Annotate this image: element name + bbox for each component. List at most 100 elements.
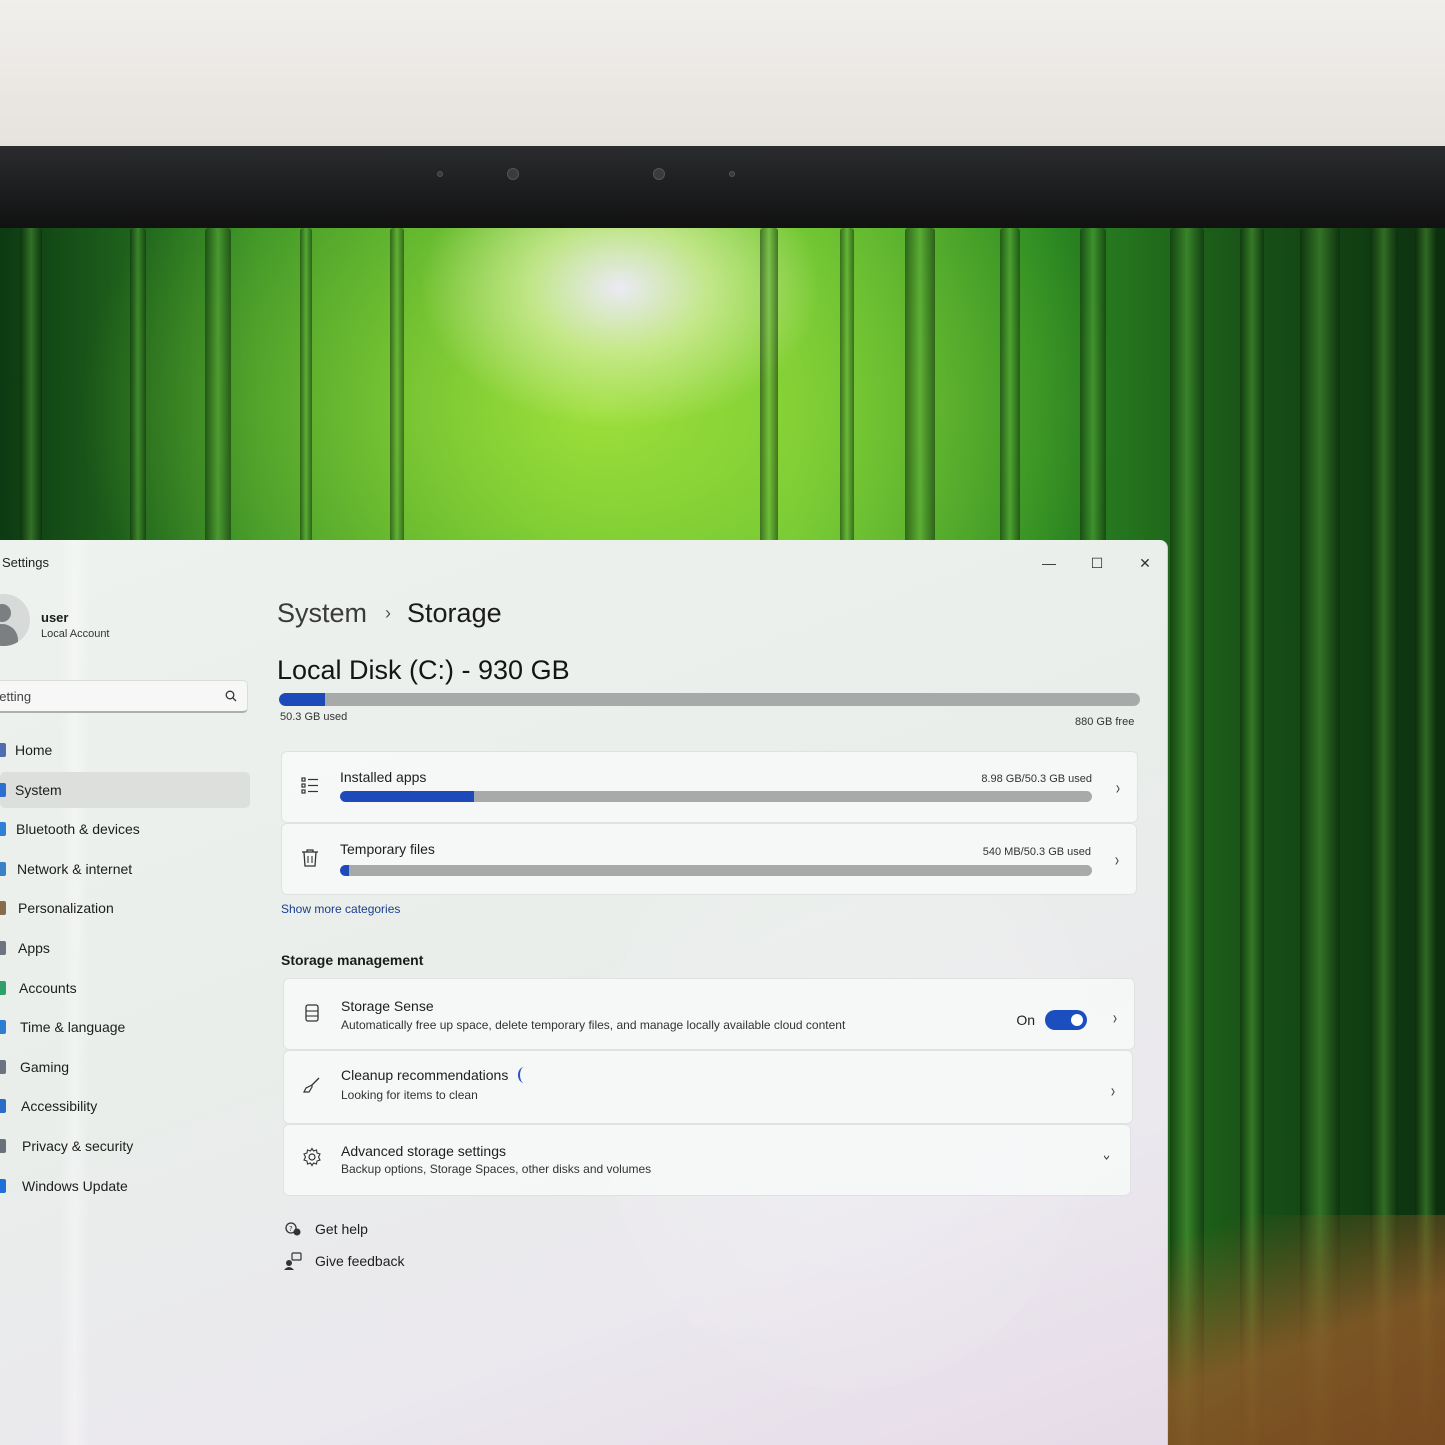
section-heading: Storage management xyxy=(281,952,424,968)
sidebar-item-system[interactable]: System xyxy=(0,771,250,808)
give-feedback-link[interactable]: Give feedback xyxy=(283,1252,405,1270)
sidebar-item-personalization[interactable]: Personalization xyxy=(0,890,250,926)
give-feedback-label: Give feedback xyxy=(315,1253,405,1269)
storage-sense-toggle[interactable] xyxy=(1045,1010,1087,1030)
sidebar-item-accessibility[interactable]: Accessibility xyxy=(0,1088,250,1124)
setting-description: Looking for items to clean xyxy=(341,1088,478,1102)
show-more-categories-link[interactable]: Show more categories xyxy=(281,902,400,916)
category-installed-apps[interactable]: Installed apps 8.98 GB/50.3 GB used › xyxy=(281,751,1138,823)
help-icon: ? xyxy=(285,1222,301,1236)
sidebar-item-windows-update[interactable]: Windows Update xyxy=(0,1168,250,1204)
chevron-right-icon: › xyxy=(1112,1008,1118,1028)
sidebar-item-label: Bluetooth & devices xyxy=(16,821,140,838)
svg-text:?: ? xyxy=(289,1225,293,1233)
disk-usage-fill xyxy=(279,693,326,706)
disk-title: Local Disk (C:) - 930 GB xyxy=(277,655,570,685)
monitor-bezel xyxy=(0,146,1445,230)
sidebar-item-label: Time & language xyxy=(20,1019,126,1036)
sidebar-item-time-language[interactable]: Time & language xyxy=(0,1009,250,1045)
get-help-link[interactable]: ? Get help xyxy=(283,1220,368,1238)
accessibility-icon xyxy=(0,1099,6,1114)
sidebar-item-label: System xyxy=(15,781,62,798)
chevron-right-icon: › xyxy=(1114,850,1120,870)
chevron-right-icon: › xyxy=(385,603,392,623)
disk-free-label: 880 GB free xyxy=(1075,716,1135,728)
advanced-storage-settings-row[interactable]: Advanced storage settings Backup options… xyxy=(283,1124,1131,1196)
settings-window: Settings — ☐ ✕ user Local Account Home S… xyxy=(0,540,1168,1445)
avatar[interactable] xyxy=(0,594,30,646)
setting-description: Backup options, Storage Spaces, other di… xyxy=(341,1162,652,1176)
search-icon[interactable] xyxy=(225,690,237,702)
minimize-button[interactable]: — xyxy=(1026,548,1072,578)
globe-icon xyxy=(0,1020,6,1035)
sidebar-item-label: Privacy & security xyxy=(22,1137,134,1154)
sidebar-item-apps[interactable]: Apps xyxy=(0,930,250,966)
toggle-state-label: On xyxy=(1016,1012,1035,1028)
sidebar-item-bluetooth[interactable]: Bluetooth & devices xyxy=(0,811,250,847)
search-input[interactable] xyxy=(0,688,163,704)
sidebar-item-label: Personalization xyxy=(18,900,114,917)
chevron-down-icon: › xyxy=(1100,1154,1115,1161)
disk-used-label: 50.3 GB used xyxy=(280,711,348,723)
setting-title: Cleanup recommendations xyxy=(341,1067,530,1083)
sidebar-item-accounts[interactable]: Accounts xyxy=(0,970,250,1006)
window-title: Settings xyxy=(2,555,49,570)
sidebar-item-gaming[interactable]: Gaming xyxy=(0,1049,250,1085)
setting-title-text: Cleanup recommendations xyxy=(341,1067,509,1083)
get-help-label: Get help xyxy=(315,1221,368,1237)
ir-camera xyxy=(653,168,665,180)
category-title: Temporary files xyxy=(340,841,435,857)
sensor-dot xyxy=(437,171,443,177)
category-temporary-files[interactable]: Temporary files 540 MB/50.3 GB used › xyxy=(281,823,1137,895)
category-usage: 540 MB/50.3 GB used xyxy=(982,846,1091,858)
grass-area xyxy=(1145,1215,1445,1445)
maximize-button[interactable]: ☐ xyxy=(1074,548,1120,578)
breadcrumb-parent[interactable]: System xyxy=(277,598,367,629)
sidebar-item-label: Accounts xyxy=(19,979,77,996)
account-type: Local Account xyxy=(41,628,110,640)
sidebar-item-label: Home xyxy=(15,742,53,758)
sensor-dot xyxy=(729,171,735,177)
update-icon xyxy=(0,1178,6,1193)
category-usage: 8.98 GB/50.3 GB used xyxy=(981,773,1092,785)
category-usage-fill xyxy=(340,791,474,802)
sidebar-item-label: Network & internet xyxy=(17,860,133,877)
wall-background xyxy=(0,0,1445,146)
feedback-icon xyxy=(284,1252,302,1270)
storage-sense-row[interactable]: Storage Sense Automatically free up spac… xyxy=(283,978,1135,1050)
sidebar-item-home[interactable]: Home xyxy=(0,732,250,768)
category-title: Installed apps xyxy=(340,769,427,785)
setting-description: Automatically free up space, delete temp… xyxy=(341,1018,846,1032)
shield-icon xyxy=(0,1138,6,1153)
sidebar-item-label: Apps xyxy=(18,939,50,956)
chevron-right-icon: › xyxy=(1115,778,1121,798)
setting-title: Advanced storage settings xyxy=(341,1143,506,1159)
storage-drive-icon xyxy=(305,1004,319,1022)
cleanup-recommendations-row[interactable]: Cleanup recommendations Looking for item… xyxy=(283,1050,1133,1124)
webcam-lens xyxy=(507,168,519,180)
sidebar-item-label: Accessibility xyxy=(21,1098,98,1115)
apps-icon xyxy=(0,940,6,955)
sidebar-item-privacy-security[interactable]: Privacy & security xyxy=(0,1128,250,1164)
sidebar-item-network[interactable]: Network & internet xyxy=(0,851,250,887)
home-icon xyxy=(0,743,6,757)
list-icon xyxy=(301,777,318,794)
category-usage-fill xyxy=(340,865,350,876)
disk-usage-bar xyxy=(279,693,1140,706)
category-usage-bar xyxy=(340,791,1092,802)
close-button[interactable]: ✕ xyxy=(1122,548,1167,578)
gear-icon xyxy=(303,1147,321,1167)
system-icon xyxy=(0,782,6,797)
page-title: Storage xyxy=(407,598,502,628)
sidebar-nav: Home System Bluetooth & devices Network … xyxy=(0,732,250,1207)
user-name: user xyxy=(41,610,69,625)
brush-icon xyxy=(0,901,6,916)
category-usage-bar xyxy=(340,865,1092,876)
accounts-icon xyxy=(0,980,6,995)
chevron-right-icon: › xyxy=(1110,1081,1116,1101)
gaming-icon xyxy=(0,1059,6,1074)
broom-icon xyxy=(303,1077,320,1093)
breadcrumb: System › Storage xyxy=(277,598,502,629)
sidebar-item-label: Gaming xyxy=(20,1058,70,1075)
loading-spinner-icon xyxy=(518,1067,530,1083)
